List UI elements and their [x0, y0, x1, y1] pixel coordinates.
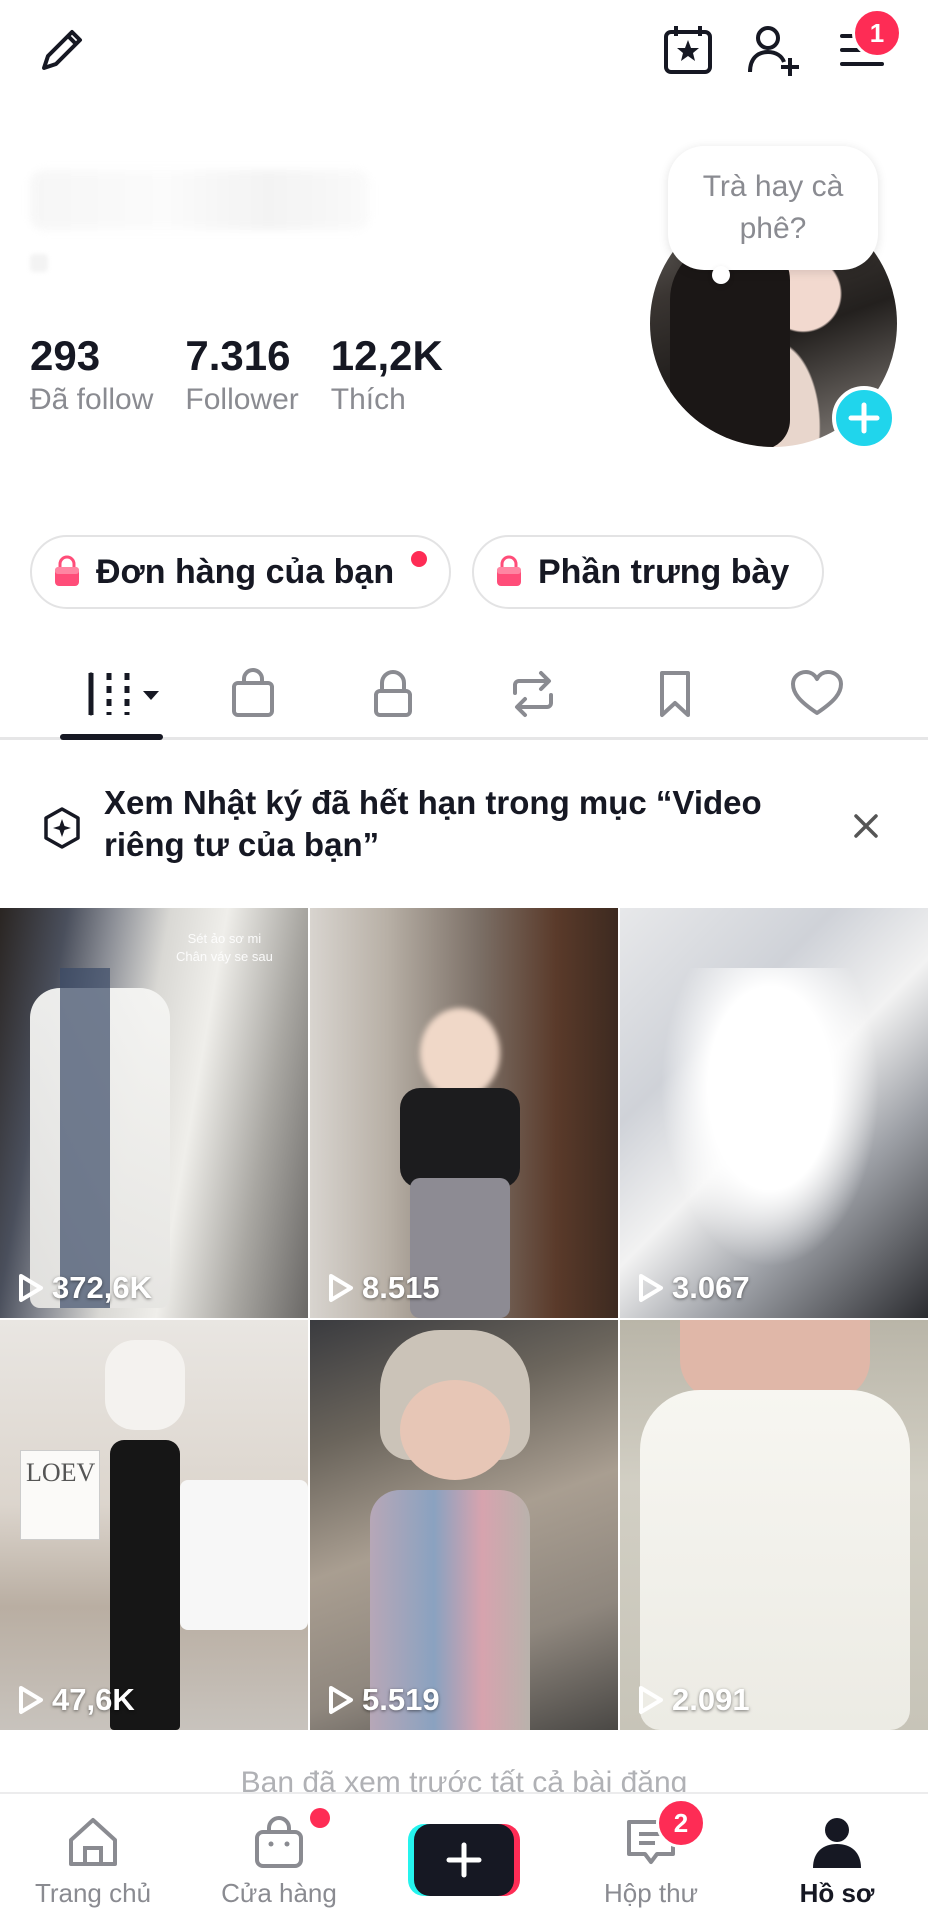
view-count-value: 372,6K [52, 1270, 152, 1305]
play-icon [329, 1274, 353, 1302]
view-count-value: 5.519 [362, 1682, 440, 1717]
plus-icon [446, 1842, 482, 1878]
view-count-value: 47,6K [52, 1682, 135, 1717]
bubble-tail [712, 266, 730, 284]
following-count: 293 [30, 332, 101, 379]
home-icon [69, 1818, 117, 1866]
play-icon [19, 1274, 43, 1302]
nav-home-label: Trang chủ [34, 1878, 152, 1908]
video-grid: Sét ảo sơ mi Chân váy se sau 372,6K 8.51… [0, 908, 928, 1730]
lock-icon [374, 670, 412, 717]
tab-favorites[interactable] [630, 662, 720, 726]
view-count: 47,6K [16, 1682, 135, 1718]
view-count-value: 2.091 [672, 1682, 750, 1717]
video-thumbnail[interactable]: 8.515 [310, 908, 618, 1318]
play-icon [329, 1686, 353, 1714]
nav-inbox-label: Hộp thư [603, 1878, 698, 1908]
tab-shop[interactable] [208, 662, 298, 726]
thumbnail-caption: Sét ảo sơ mi Chân váy se sau [176, 931, 273, 964]
nav-shop[interactable]: Cửa hàng [194, 1814, 364, 1909]
video-thumbnail[interactable]: 3.067 [620, 908, 928, 1318]
profile-name-blurred [30, 170, 370, 230]
nav-profile-label: Hồ sơ [799, 1878, 875, 1908]
video-thumbnail[interactable]: 2.091 [620, 1320, 928, 1730]
video-thumbnail[interactable]: Sét ảo sơ mi Chân váy se sau 372,6K [0, 908, 308, 1318]
following-stat[interactable]: 293 Đã follow [30, 332, 153, 420]
bottom-navigation: Trang chủ Cửa hàng Hộp thư 2 Hồ sơ [0, 1792, 928, 1920]
tab-reposts[interactable] [488, 662, 578, 726]
video-thumbnail[interactable]: 5.519 [310, 1320, 618, 1730]
heart-icon [791, 670, 843, 715]
followers-label: Follower [185, 383, 299, 416]
shopping-bag-icon [497, 555, 521, 586]
profile-person-icon [813, 1818, 861, 1868]
top-bar: 1 [0, 0, 928, 100]
shop-notification-dot [310, 1808, 330, 1828]
view-count: 3.067 [636, 1270, 750, 1306]
view-count: 2.091 [636, 1682, 750, 1718]
active-tab-indicator [60, 734, 163, 740]
orders-button[interactable]: Đơn hàng của bạn [30, 535, 451, 609]
repost-icon [513, 671, 553, 717]
profile-stats: 293 Đã follow 7.316 Follower 12,2K Thích [30, 332, 475, 420]
nav-profile[interactable]: Hồ sơ [752, 1814, 922, 1909]
tab-liked[interactable] [772, 662, 862, 726]
shop-bag-icon [255, 1816, 303, 1868]
shopping-bag-icon [55, 555, 79, 586]
play-icon [639, 1274, 663, 1302]
followers-stat[interactable]: 7.316 Follower [185, 332, 298, 420]
inbox-notification-badge: 2 [656, 1798, 706, 1848]
calendar-star-icon[interactable] [656, 18, 720, 82]
sparkle-diary-icon [44, 807, 80, 849]
likes-count: 12,2K [330, 332, 443, 379]
nav-shop-label: Cửa hàng [221, 1878, 337, 1908]
avatar-hair-shape [670, 240, 790, 447]
profile-handle-blurred [30, 254, 48, 272]
video-thumbnail[interactable]: LOEV 47,6K [0, 1320, 308, 1730]
end-of-posts-text: Bạn đã xem trước tất cả bài đăng [240, 1766, 688, 1792]
bookmark-icon [660, 671, 690, 717]
nav-inbox[interactable]: Hộp thư [566, 1814, 736, 1909]
view-count: 8.515 [326, 1270, 440, 1306]
view-count: 372,6K [16, 1270, 152, 1306]
tab-private[interactable] [348, 662, 438, 726]
showcase-button[interactable]: Phần trưng bày [472, 535, 824, 609]
add-friend-icon[interactable] [742, 18, 806, 82]
notice-text: Xem Nhật ký đã hết hạn trong mục “Video … [104, 784, 762, 863]
showcase-label: Phần trưng bày [538, 552, 790, 591]
edit-pencil-icon[interactable] [30, 18, 94, 82]
status-note-text: Trà hay cà phê? [702, 170, 844, 245]
likes-stat[interactable]: 12,2K Thích [331, 332, 443, 420]
orders-label: Đơn hàng của bạn [96, 552, 395, 591]
orders-notification-dot [411, 551, 427, 567]
add-avatar-button[interactable] [832, 386, 896, 450]
likes-label: Thích [330, 383, 406, 416]
close-icon[interactable] [852, 812, 880, 840]
followers-count: 7.316 [185, 332, 291, 379]
status-note-bubble[interactable]: Trà hay cà phê? [668, 146, 878, 270]
shopping-bag-outline-icon [232, 668, 274, 717]
content-tabs [0, 648, 928, 740]
tab-videos[interactable] [70, 662, 170, 726]
play-icon [639, 1686, 663, 1714]
menu-notification-badge: 1 [852, 8, 902, 58]
view-count-value: 8.515 [362, 1270, 440, 1305]
grid-videos-icon [88, 672, 159, 716]
nav-home[interactable]: Trang chủ [8, 1814, 178, 1909]
create-button[interactable] [408, 1824, 520, 1896]
create-button-face [414, 1824, 514, 1896]
following-label: Đã follow [30, 383, 154, 416]
play-icon [19, 1686, 43, 1714]
thumbnail-caption: LOEV [26, 1458, 96, 1487]
view-count: 5.519 [326, 1682, 440, 1718]
view-count-value: 3.067 [672, 1270, 750, 1305]
